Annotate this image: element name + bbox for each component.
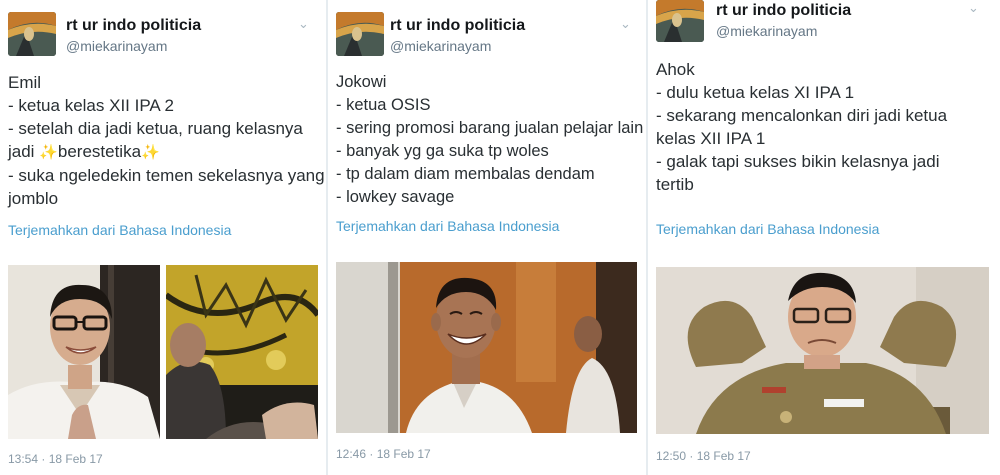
translate-link[interactable]: Terjemahkan dari Bahasa Indonesia: [8, 222, 231, 238]
user-handle[interactable]: @miekarinayam: [716, 23, 817, 39]
tweet-line-text: berestetika: [57, 142, 142, 161]
display-name[interactable]: rt ur indo politicia: [66, 17, 201, 35]
tweet-line: jadi ✨berestetika✨: [8, 140, 325, 164]
tweet-card-jokowi: rt ur indo politicia @miekarinayam ⌄ Jok…: [328, 0, 646, 475]
avatar[interactable]: [8, 12, 56, 56]
display-name[interactable]: rt ur indo politicia: [390, 17, 525, 35]
tweet-line: - lowkey savage: [336, 188, 455, 206]
tweet-photo[interactable]: [656, 267, 989, 434]
timestamp[interactable]: 13:54 · 18 Feb 17: [8, 452, 103, 466]
tweet-line: - suka ngeledekin temen sekelasnya yang: [8, 166, 325, 185]
user-handle[interactable]: @miekarinayam: [66, 38, 167, 54]
user-handle[interactable]: @miekarinayam: [390, 38, 491, 54]
tweet-line: Ahok: [656, 60, 695, 79]
tweet-line: tertib: [656, 175, 694, 194]
tweet-card-ahok: rt ur indo politicia @miekarinayam ⌄ Aho…: [648, 0, 1000, 475]
tweet-line: Jokowi: [336, 73, 387, 91]
tweet-text: Emil - ketua kelas XII IPA 2 - setelah d…: [8, 71, 325, 210]
tweet-line: - ketua OSIS: [336, 96, 431, 114]
tweet-line: - ketua kelas XII IPA 2: [8, 96, 174, 115]
translate-link[interactable]: Terjemahkan dari Bahasa Indonesia: [656, 221, 879, 237]
chevron-down-icon[interactable]: ⌄: [968, 0, 979, 16]
tweet-card-emil: rt ur indo politicia @miekarinayam ⌄ Emi…: [0, 0, 326, 475]
sparkles-icon: ✨: [39, 144, 58, 161]
tweet-line-text: jadi: [8, 142, 40, 161]
sparkles-icon: ✨: [141, 144, 160, 161]
translate-link[interactable]: Terjemahkan dari Bahasa Indonesia: [336, 218, 559, 234]
tweet-line: - galak tapi sukses bikin kelasnya jadi: [656, 152, 940, 171]
timestamp[interactable]: 12:46 · 18 Feb 17: [336, 447, 431, 461]
display-name[interactable]: rt ur indo politicia: [716, 2, 851, 20]
tweet-line: - dulu ketua kelas XI IPA 1: [656, 83, 855, 102]
tweet-photo-right[interactable]: [166, 265, 318, 439]
avatar[interactable]: [336, 12, 384, 56]
chevron-down-icon[interactable]: ⌄: [298, 16, 309, 32]
tweet-line: jomblo: [8, 189, 59, 208]
tweet-text: Ahok - dulu ketua kelas XI IPA 1 - sekar…: [656, 58, 947, 196]
tweet-line: Emil: [8, 73, 42, 92]
tweet-text: Jokowi - ketua OSIS - sering promosi bar…: [336, 71, 643, 209]
timestamp[interactable]: 12:50 · 18 Feb 17: [656, 449, 751, 463]
avatar[interactable]: [656, 0, 704, 42]
chevron-down-icon[interactable]: ⌄: [620, 16, 631, 32]
tweet-line: kelas XII IPA 1: [656, 129, 766, 148]
tweet-line: - setelah dia jadi ketua, ruang kelasnya: [8, 119, 303, 138]
tweet-photo-left[interactable]: [8, 265, 160, 439]
tweet-line: - tp dalam diam membalas dendam: [336, 165, 595, 183]
tweet-line: - banyak yg ga suka tp woles: [336, 142, 549, 160]
tweet-photo[interactable]: [336, 262, 637, 433]
tweet-line: - sering promosi barang jualan pelajar l…: [336, 119, 644, 137]
tweet-line: - sekarang mencalonkan diri jadi ketua: [656, 106, 948, 125]
